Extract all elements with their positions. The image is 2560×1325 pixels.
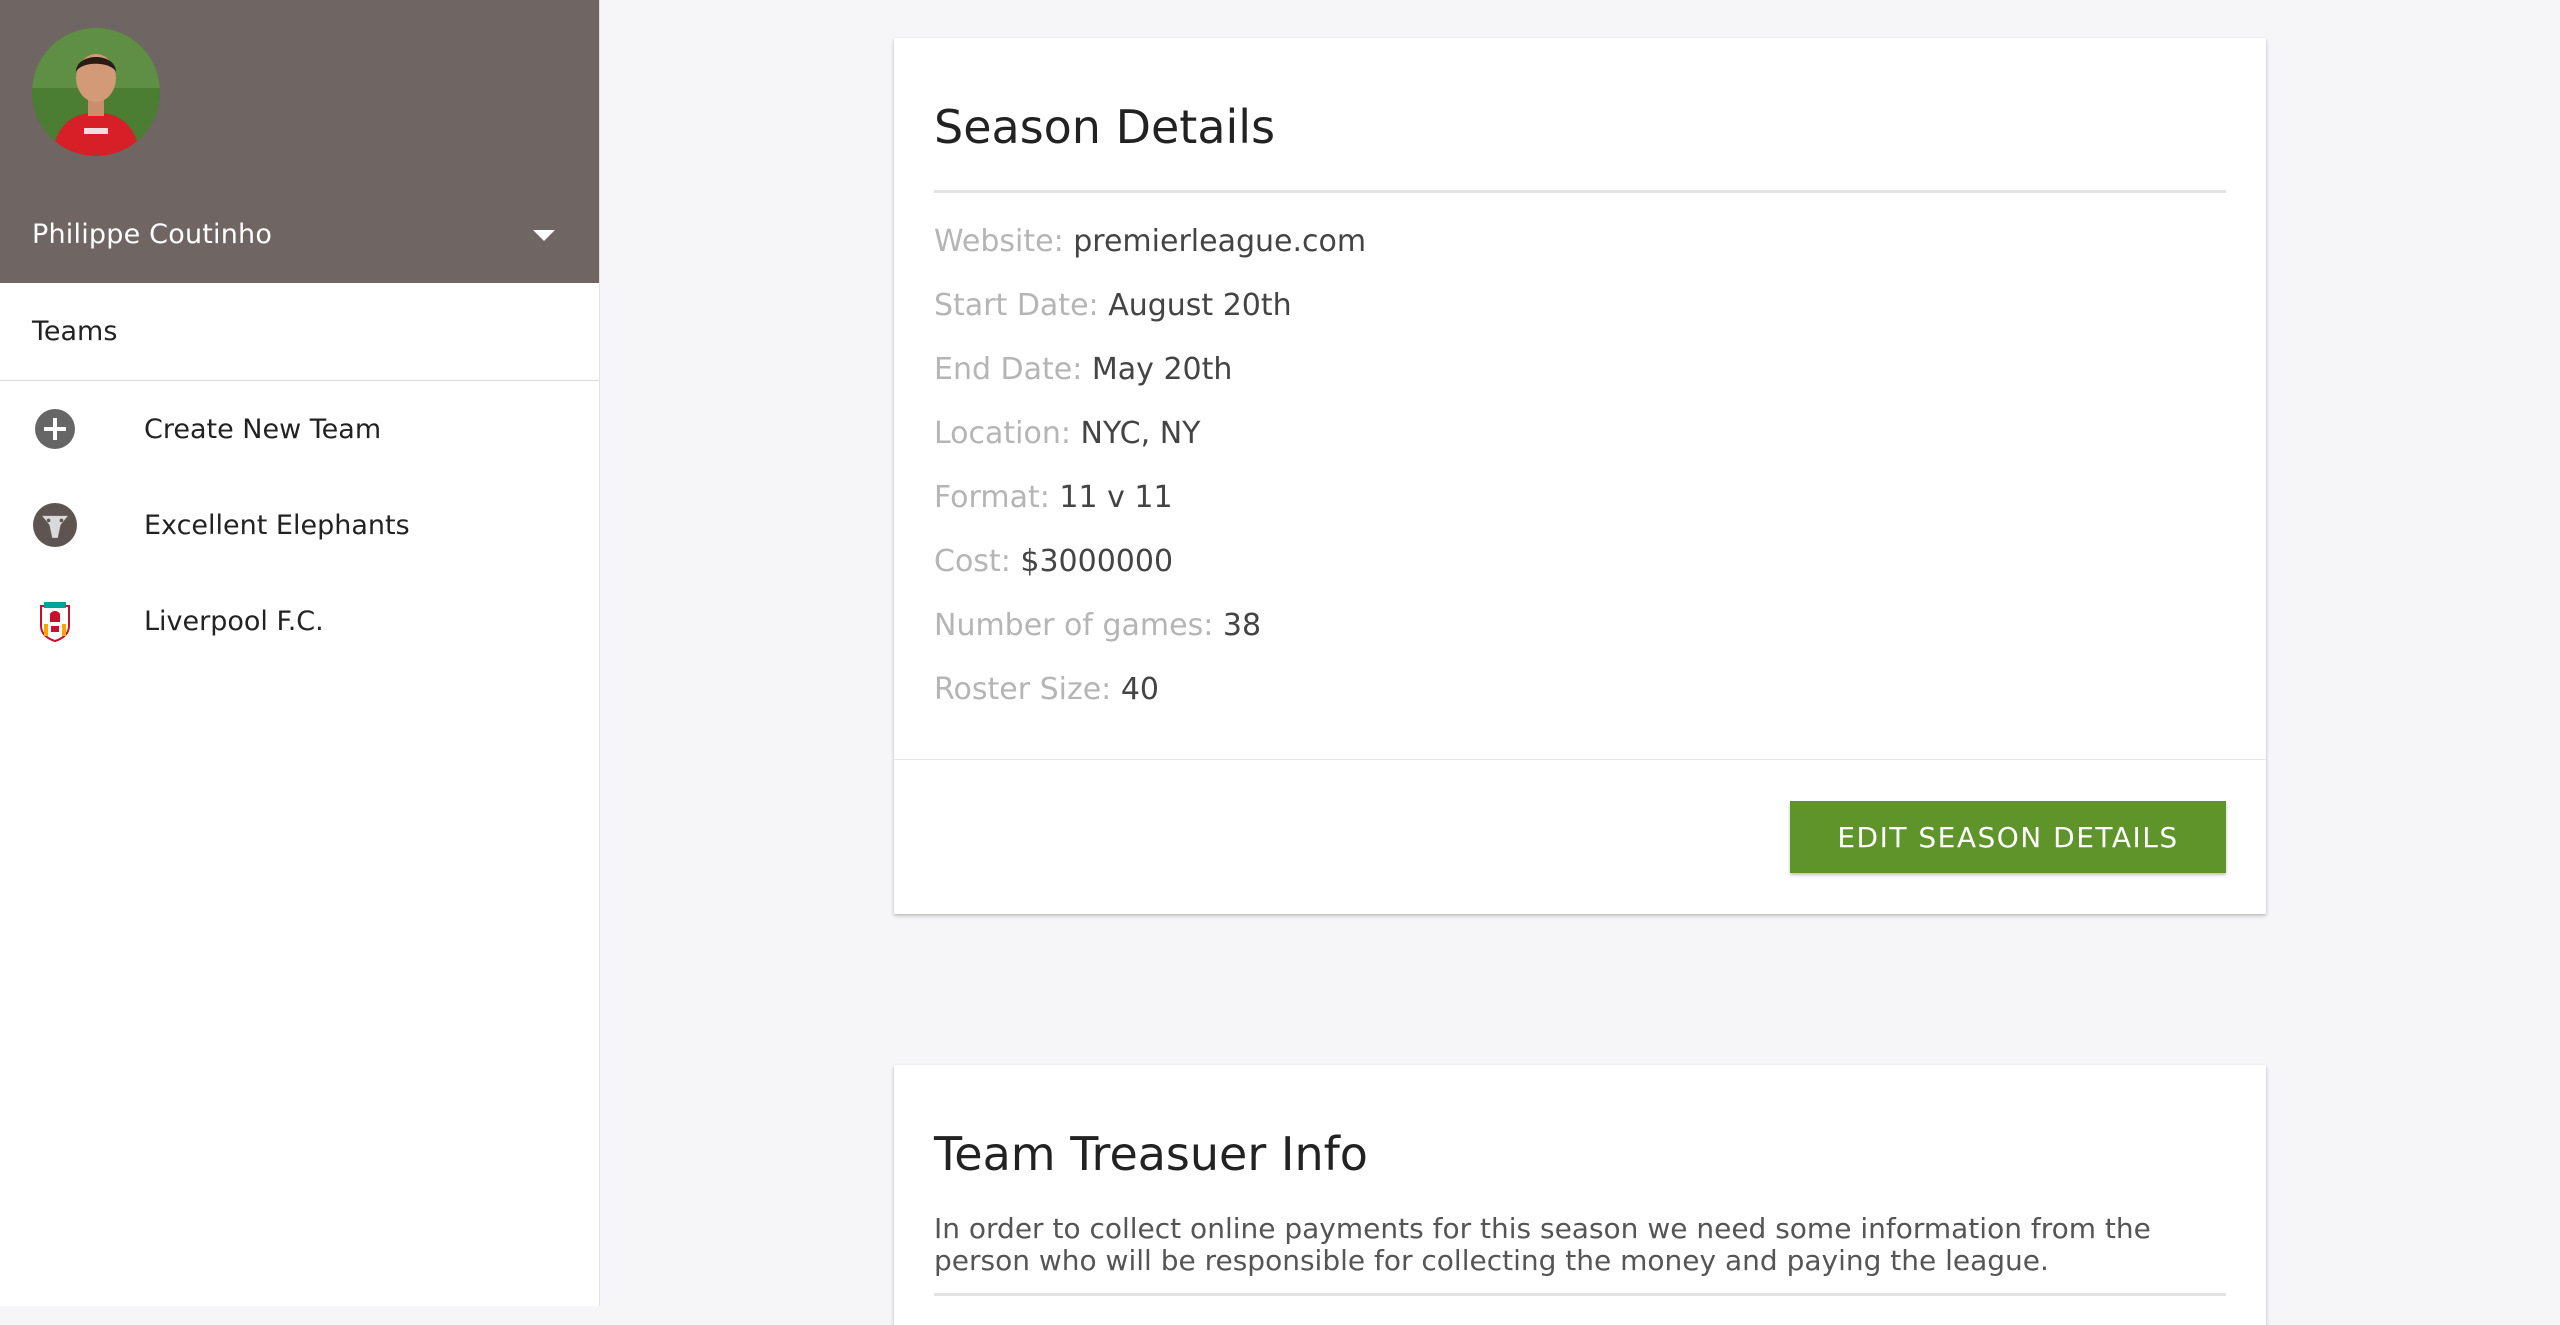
detail-value: 38	[1222, 608, 1262, 643]
profile-header: Philippe Coutinho	[0, 0, 599, 283]
team-treasurer-card: Team Treasuer Info In order to collect o…	[894, 1065, 2266, 1325]
elephant-logo-icon	[33, 503, 77, 547]
plus-circle-icon	[33, 407, 77, 451]
detail-row-number-of-games: Number of games: 38	[934, 594, 1366, 658]
detail-value: NYC, NY	[1080, 416, 1201, 451]
detail-label: Website:	[934, 224, 1064, 259]
sidebar-item-label: Liverpool F.C.	[144, 605, 324, 637]
detail-label: Roster Size:	[934, 672, 1112, 707]
detail-value: 11 v 11	[1059, 480, 1173, 515]
season-details-title: Season Details	[934, 100, 1276, 154]
treasurer-info-description: In order to collect online payments for …	[934, 1212, 2151, 1277]
detail-value: premierleague.com	[1073, 224, 1367, 259]
avatar-photo-icon	[32, 28, 160, 156]
detail-row-roster-size: Roster Size: 40	[934, 658, 1366, 722]
title-divider	[934, 190, 2226, 193]
profile-name[interactable]: Philippe Coutinho	[32, 219, 272, 250]
season-details-card: Season Details Website: premierleague.co…	[894, 38, 2266, 914]
detail-label: End Date:	[934, 352, 1083, 387]
detail-value: 40	[1120, 672, 1159, 707]
chevron-down-icon[interactable]	[533, 230, 555, 241]
detail-label: Format:	[934, 480, 1050, 515]
detail-label: Location:	[934, 416, 1071, 451]
detail-value: $3000000	[1020, 544, 1174, 579]
team-list: Create New Team Excellent Elephants Live…	[0, 381, 599, 669]
edit-season-details-button[interactable]: EDIT SEASON DETAILS	[1790, 801, 2226, 873]
detail-row-cost: Cost: $3000000	[934, 530, 1366, 594]
avatar[interactable]	[32, 28, 160, 156]
detail-label: Cost:	[934, 544, 1011, 579]
detail-row-end-date: End Date: May 20th	[934, 338, 1366, 402]
liverpool-crest-icon	[33, 599, 77, 643]
sidebar-item-liverpool-fc[interactable]: Liverpool F.C.	[0, 573, 599, 669]
sidebar-item-label: Excellent Elephants	[144, 509, 410, 541]
card-actions-divider	[894, 759, 2266, 760]
season-details-list: Website: premierleague.com Start Date: A…	[934, 210, 1366, 722]
detail-value: August 20th	[1108, 288, 1292, 323]
treasurer-info-title: Team Treasuer Info	[934, 1127, 1368, 1181]
detail-row-location: Location: NYC, NY	[934, 402, 1366, 466]
sidebar-item-create-new-team[interactable]: Create New Team	[0, 381, 599, 477]
detail-row-start-date: Start Date: August 20th	[934, 274, 1366, 338]
sidebar: Philippe Coutinho Teams Create New Team	[0, 0, 600, 1306]
detail-label: Number of games:	[934, 608, 1214, 643]
treasurer-divider	[934, 1293, 2226, 1296]
nav-section-header: Teams	[0, 283, 599, 381]
detail-row-website: Website: premierleague.com	[934, 210, 1366, 274]
sidebar-item-label: Create New Team	[144, 413, 382, 445]
detail-label: Start Date:	[934, 288, 1099, 323]
detail-value: May 20th	[1091, 352, 1233, 387]
sidebar-item-excellent-elephants[interactable]: Excellent Elephants	[0, 477, 599, 573]
detail-row-format: Format: 11 v 11	[934, 466, 1366, 530]
